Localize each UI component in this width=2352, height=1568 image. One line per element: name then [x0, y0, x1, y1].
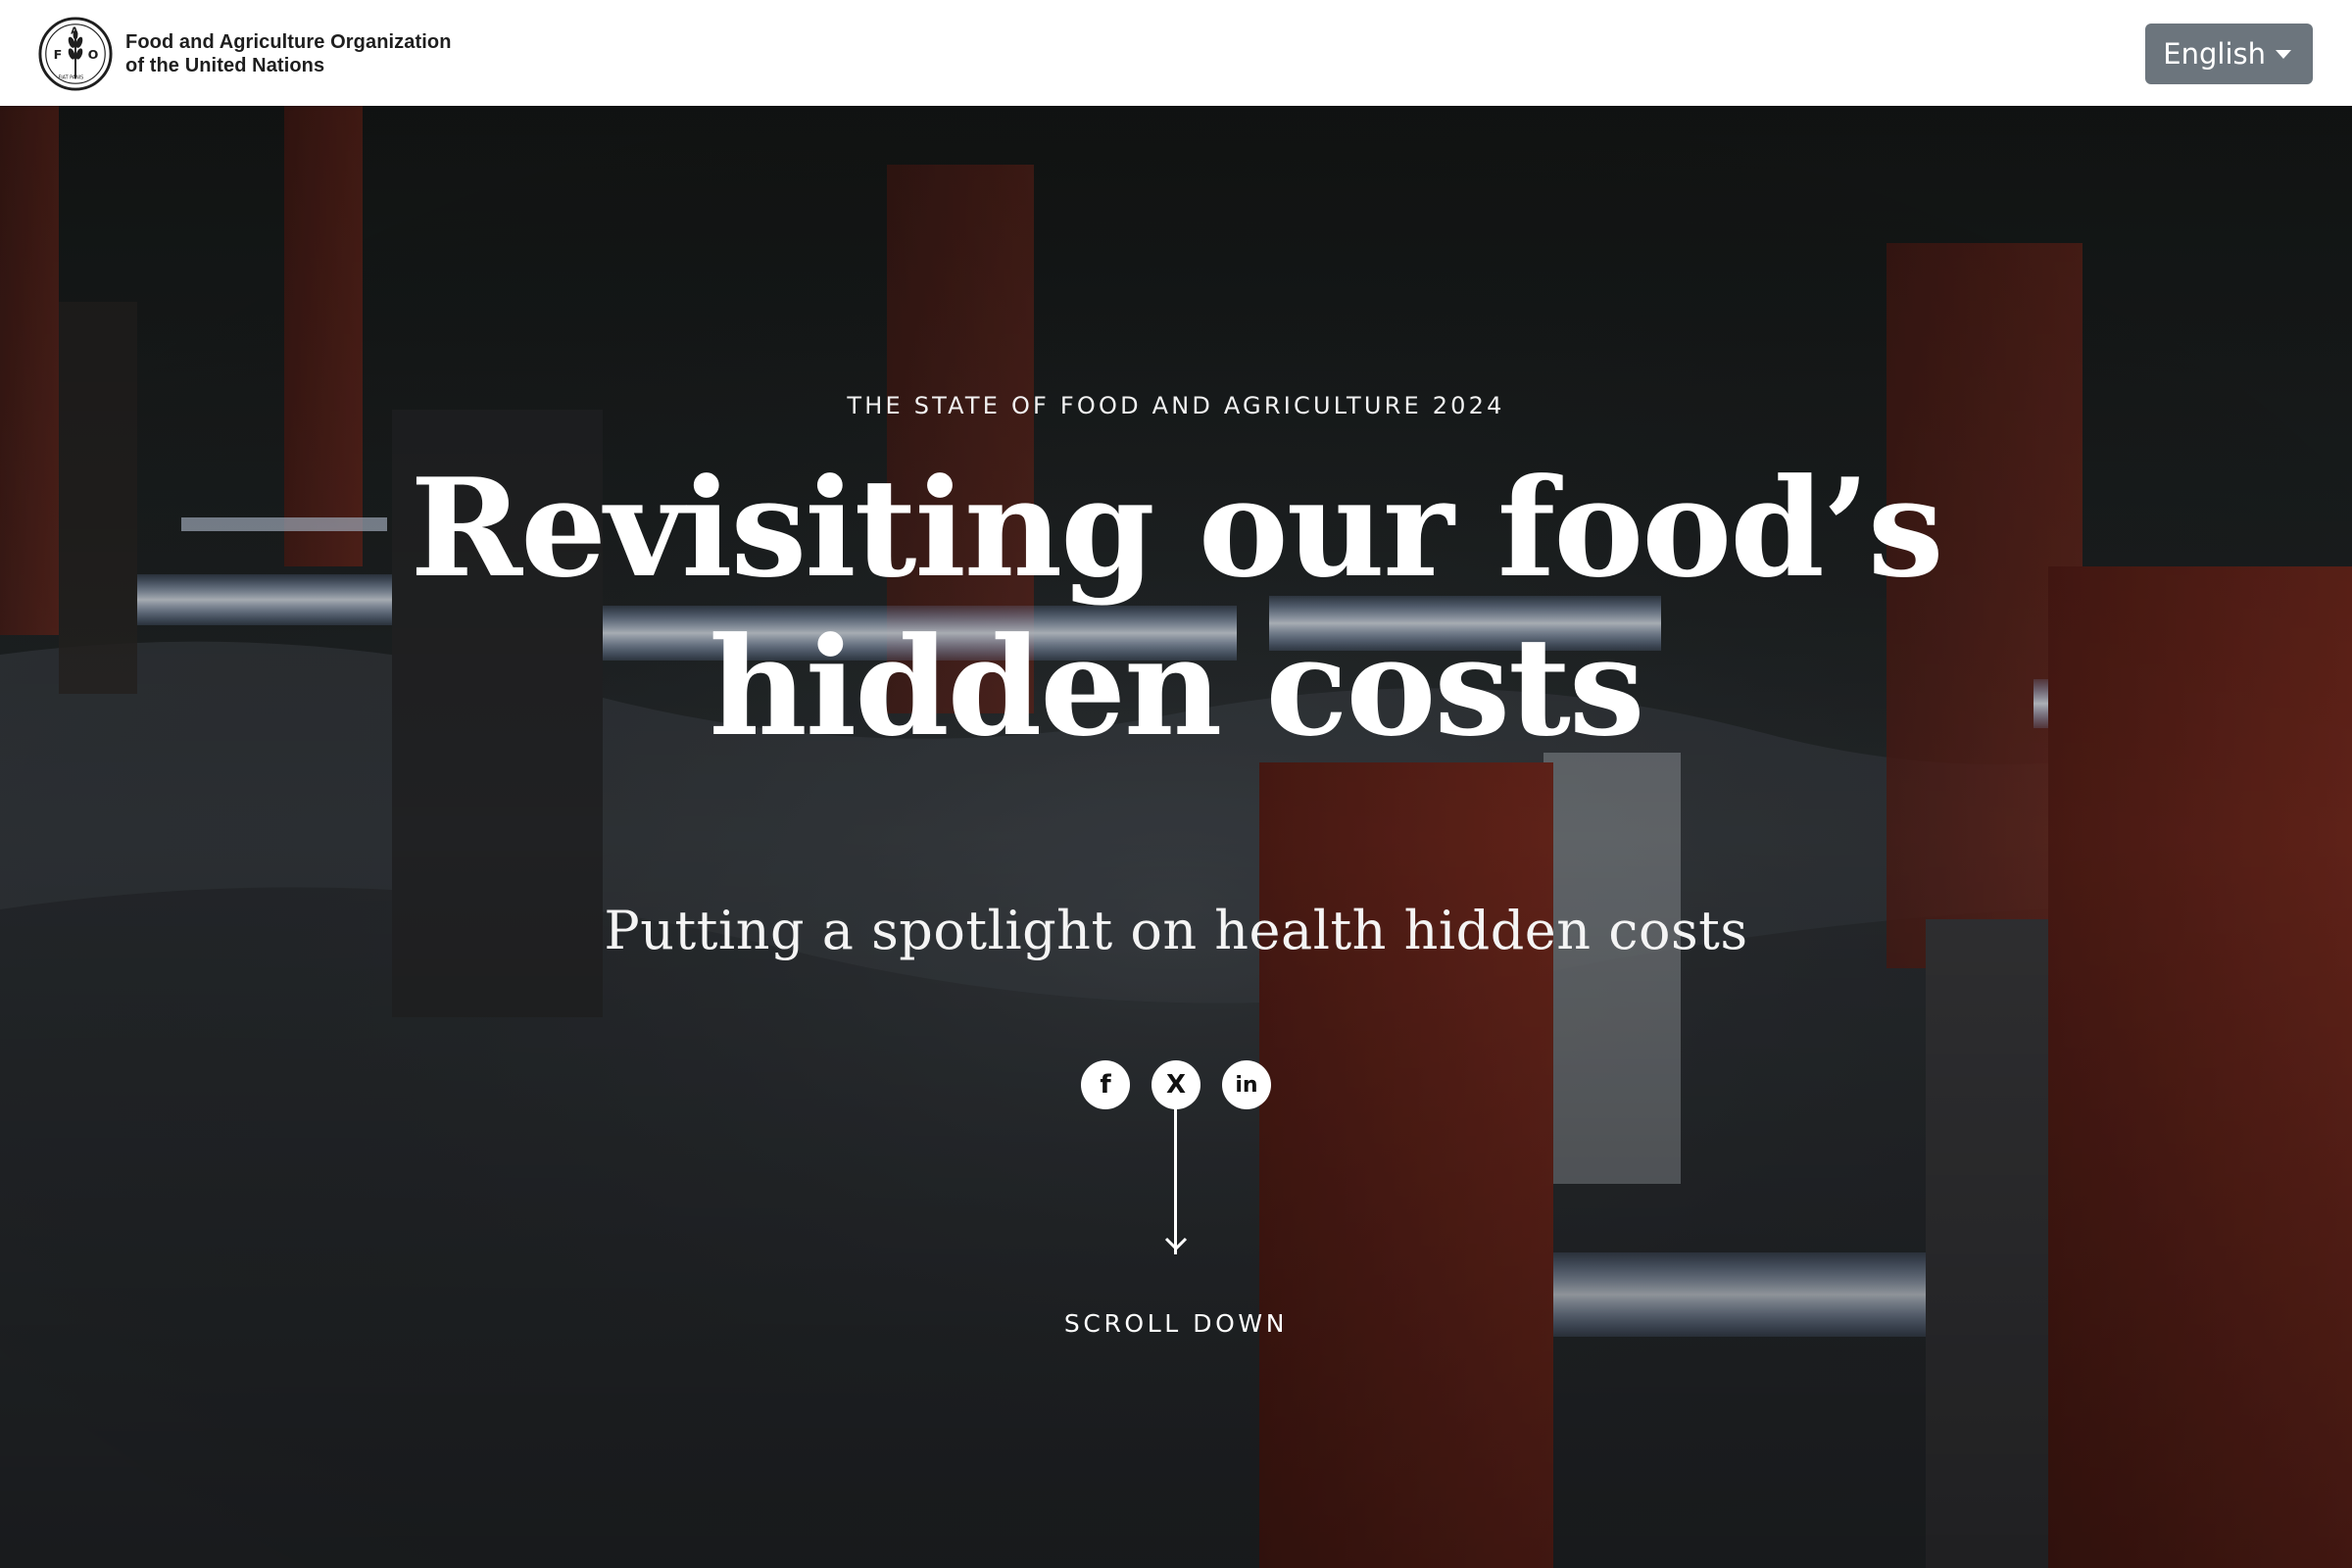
org-name-line1: Food and Agriculture Organization: [125, 31, 452, 53]
logo-motto: FIAT PANIS: [58, 74, 83, 80]
logo-letter-a: A: [71, 26, 78, 37]
scroll-down-label[interactable]: SCROLL DOWN: [0, 1309, 2352, 1338]
chevron-down-icon[interactable]: [1163, 1235, 1189, 1252]
page-title: Revisiting our food’s hidden costs: [0, 449, 2352, 766]
scroll-down-line[interactable]: [1174, 1092, 1177, 1254]
page-title-line1: Revisiting our food’s: [410, 448, 1943, 608]
org-name: Food and Agriculture Organization of the…: [125, 30, 452, 77]
org-name-line2: of the United Nations: [125, 55, 325, 76]
language-label: English: [2163, 37, 2266, 71]
language-dropdown-button[interactable]: English: [2145, 24, 2313, 84]
page-subtitle: Putting a spotlight on health hidden cos…: [604, 900, 1748, 961]
linkedin-icon: in: [1235, 1072, 1258, 1098]
hero-section: THE STATE OF FOOD AND AGRICULTURE 2024 R…: [0, 106, 2352, 1568]
facebook-share-button[interactable]: f: [1081, 1060, 1130, 1109]
logo-letter-f: F: [54, 47, 63, 62]
facebook-icon: f: [1100, 1070, 1111, 1100]
linkedin-share-button[interactable]: in: [1222, 1060, 1271, 1109]
fao-emblem-icon: F A O FIAT PANIS: [38, 17, 113, 91]
page-title-line2: hidden costs: [709, 607, 1644, 766]
caret-down-icon: [2276, 49, 2291, 59]
hero-content: THE STATE OF FOOD AND AGRICULTURE 2024 R…: [0, 106, 2352, 1568]
fao-logo[interactable]: F A O FIAT PANIS Food and Agriculture Or…: [37, 16, 452, 92]
site-header: F A O FIAT PANIS Food and Agriculture Or…: [0, 0, 2352, 106]
logo-letter-o: O: [88, 47, 99, 62]
report-kicker: THE STATE OF FOOD AND AGRICULTURE 2024: [847, 392, 1505, 419]
